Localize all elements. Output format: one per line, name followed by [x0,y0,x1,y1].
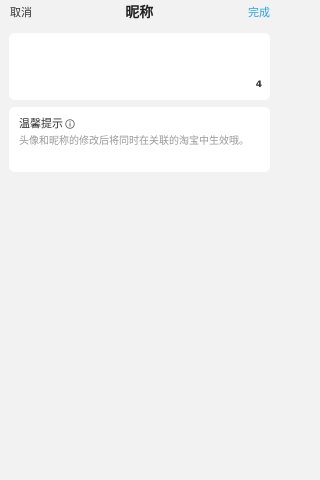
char-count: 4 [255,80,262,90]
done-button[interactable]: 完成 [248,5,270,21]
nickname-input[interactable] [19,41,239,59]
tip-title: 温馨提示 [19,117,63,130]
info-icon [65,119,75,129]
navigation-bar: 取消 昵称 完成 [0,0,279,26]
tip-text: 头像和昵称的修改后将同时在关联的淘宝中生效哦。 [19,136,249,147]
tip-card: 温馨提示 头像和昵称的修改后将同时在关联的淘宝中生效哦。 [9,107,270,172]
nickname-card: 4 [9,33,270,100]
tip-header: 温馨提示 [19,116,75,132]
page-title: 昵称 [125,5,154,21]
nickname-edit-screen: 取消 昵称 完成 4 温馨提示 头像和昵称的修改后将同时在关联的淘宝中生效哦。 [0,0,279,480]
